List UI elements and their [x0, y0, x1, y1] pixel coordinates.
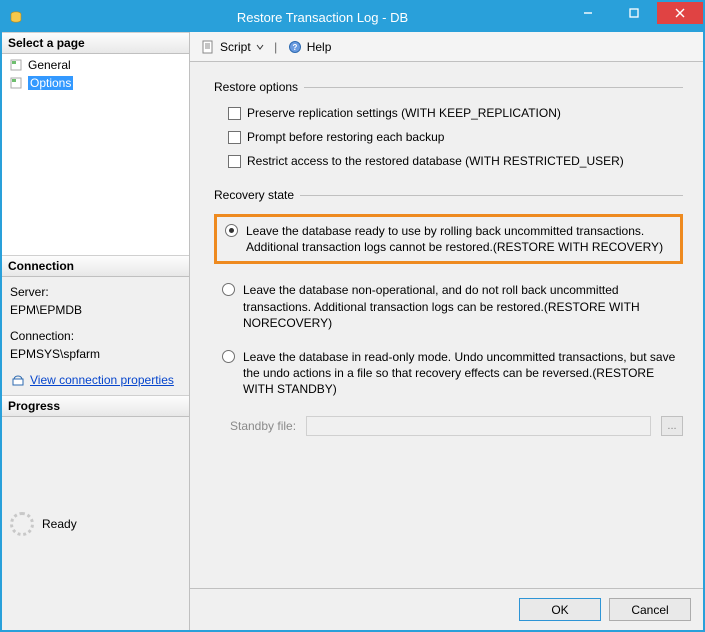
checkbox-label: Preserve replication settings (WITH KEEP… [247, 106, 561, 120]
restore-options-group: Restore options [214, 80, 683, 94]
nav-label: General [28, 58, 71, 72]
nav-item-general[interactable]: General [6, 56, 185, 74]
cancel-button[interactable]: Cancel [609, 598, 691, 621]
radio-icon [225, 224, 238, 237]
radio-icon [222, 283, 235, 296]
standby-file-input [306, 416, 651, 436]
page-icon [8, 75, 24, 91]
properties-icon [10, 372, 26, 388]
server-value: EPM\EPMDB [10, 301, 181, 319]
script-button[interactable]: Script [196, 37, 269, 57]
select-page-header: Select a page [2, 32, 189, 54]
radio-label: Leave the database ready to use by rolli… [246, 223, 672, 255]
preserve-replication-checkbox[interactable]: Preserve replication settings (WITH KEEP… [228, 106, 683, 120]
page-nav: General Options [2, 54, 189, 255]
chevron-down-icon [255, 39, 265, 55]
nav-item-options[interactable]: Options [6, 74, 185, 92]
recovery-radio-with-recovery[interactable]: Leave the database ready to use by rolli… [225, 223, 672, 255]
prompt-before-restore-checkbox[interactable]: Prompt before restoring each backup [228, 130, 683, 144]
options-content: Restore options Preserve replication set… [190, 62, 703, 588]
recovery-radio-standby[interactable]: Leave the database in read-only mode. Un… [222, 349, 683, 398]
script-label: Script [220, 40, 251, 54]
help-icon: ? [287, 39, 303, 55]
highlighted-option: Leave the database ready to use by rolli… [214, 214, 683, 264]
progress-status: Ready [42, 517, 77, 531]
main-panel: Script | ? Help Restore options [190, 32, 703, 630]
recovery-state-group: Recovery state [214, 188, 683, 202]
help-label: Help [307, 40, 332, 54]
minimize-button[interactable] [565, 2, 611, 24]
radio-icon [222, 350, 235, 363]
help-button[interactable]: ? Help [283, 37, 336, 57]
radio-label: Leave the database non-operational, and … [243, 282, 683, 331]
sidebar: Select a page General Options Connection [2, 32, 190, 630]
titlebar[interactable]: Restore Transaction Log - DB [2, 2, 703, 32]
maximize-button[interactable] [611, 2, 657, 24]
checkbox-label: Prompt before restoring each backup [247, 130, 444, 144]
checkbox-icon [228, 131, 241, 144]
toolbar-separator: | [273, 40, 279, 54]
page-icon [8, 57, 24, 73]
checkbox-icon [228, 155, 241, 168]
checkbox-label: Restrict access to the restored database… [247, 154, 624, 168]
dialog-window: Restore Transaction Log - DB Select a pa… [0, 0, 705, 632]
server-label: Server: [10, 283, 181, 301]
connection-label: Connection: [10, 327, 181, 345]
checkbox-icon [228, 107, 241, 120]
window-controls [565, 2, 703, 24]
ok-button[interactable]: OK [519, 598, 601, 621]
app-icon [8, 9, 24, 25]
progress-panel: Ready [2, 417, 189, 630]
restore-options-label: Restore options [214, 80, 298, 94]
radio-label: Leave the database in read-only mode. Un… [243, 349, 683, 398]
progress-header: Progress [2, 395, 189, 417]
toolbar: Script | ? Help [190, 32, 703, 62]
dialog-footer: OK Cancel [190, 588, 703, 630]
progress-spinner-icon [10, 512, 34, 536]
script-icon [200, 39, 216, 55]
connection-panel: Server: EPM\EPMDB Connection: EPMSYS\spf… [2, 277, 189, 395]
nav-label: Options [28, 76, 73, 90]
close-button[interactable] [657, 2, 703, 24]
standby-file-row: Standby file: ... [230, 416, 683, 436]
connection-value: EPMSYS\spfarm [10, 345, 181, 363]
view-connection-properties-link[interactable]: View connection properties [30, 371, 174, 389]
standby-file-label: Standby file: [230, 419, 296, 433]
standby-browse-button: ... [661, 416, 683, 436]
svg-text:?: ? [292, 43, 297, 52]
restrict-access-checkbox[interactable]: Restrict access to the restored database… [228, 154, 683, 168]
recovery-radio-norecovery[interactable]: Leave the database non-operational, and … [222, 282, 683, 331]
recovery-state-label: Recovery state [214, 188, 294, 202]
connection-header: Connection [2, 255, 189, 277]
